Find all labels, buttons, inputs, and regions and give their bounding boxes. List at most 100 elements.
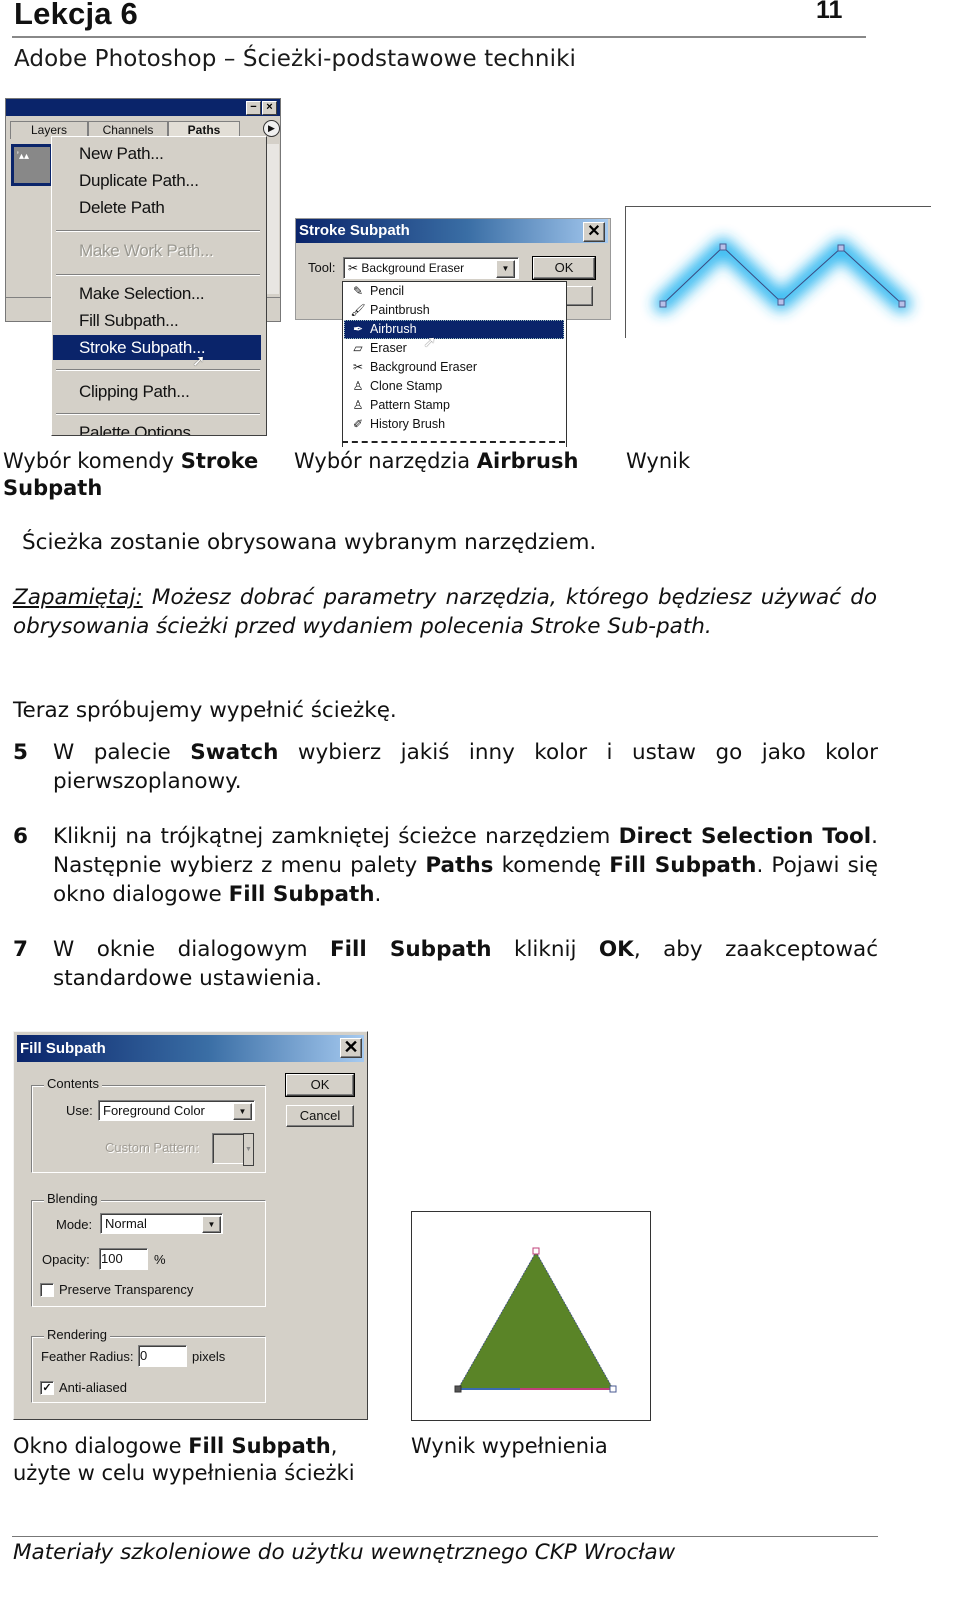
dialog-title: Stroke Subpath [296, 219, 608, 243]
anti-aliased-checkbox[interactable]: ✓ [40, 1381, 54, 1395]
history-brush-icon: ✐ [352, 417, 364, 431]
use-select[interactable]: Foreground Color [98, 1100, 255, 1121]
stroke-sentence: Ścieżka zostanie obrysowana wybranym nar… [22, 530, 597, 555]
close-icon[interactable]: × [262, 101, 277, 115]
note-paragraph: Zapamiętaj: Możesz dobrać parametry narz… [13, 583, 877, 641]
menu-item-stroke-subpath[interactable]: Stroke Subpath... [53, 335, 261, 360]
tool-option-pattern-stamp[interactable]: ♙ Pattern Stamp [344, 396, 564, 415]
anchor-point[interactable] [659, 300, 667, 308]
pencil-icon: ✎ [352, 284, 364, 298]
ok-button[interactable]: OK [532, 256, 596, 280]
caption-text: użyte w celu wypełnienia ścieżki [13, 1461, 355, 1485]
step-text-bold: Direct Selection Tool [618, 824, 872, 849]
custom-pattern-swatch [212, 1133, 245, 1164]
caption-fill-dialog: Okno dialogowe Fill Subpath, użyte w celu… [13, 1433, 355, 1487]
menu-item-make-selection[interactable]: Make Selection... [53, 281, 261, 306]
anchor-point[interactable] [837, 244, 845, 252]
tool-option-clone-stamp[interactable]: ♙ Clone Stamp [344, 377, 564, 396]
clone-stamp-icon: ♙ [352, 379, 364, 393]
feather-radius-input[interactable]: 0 [138, 1345, 187, 1367]
caption-result: Wynik [626, 449, 691, 473]
dialog-title: Fill Subpath [17, 1035, 364, 1062]
paths-palette-menu: New Path... Duplicate Path... Delete Pat… [51, 136, 267, 436]
tool-option-airbrush[interactable]: ✒ Airbrush [344, 320, 564, 339]
close-icon[interactable]: ✕ [340, 1038, 362, 1058]
caption-bold: Airbrush [476, 449, 579, 473]
contents-group-label: Contents [44, 1076, 103, 1091]
airbrush-stroke [654, 238, 911, 313]
mouse-cursor-icon: ➚ [192, 353, 206, 370]
step-text: W oknie dialogowym Fill Subpath kliknij … [53, 935, 878, 993]
filled-triangle-figure [454, 1247, 617, 1393]
opacity-input[interactable]: 100 [99, 1248, 148, 1270]
step-number: 5 [13, 740, 28, 765]
tool-option-label: Background Eraser [370, 360, 478, 374]
anchor-point[interactable] [898, 300, 906, 308]
menu-item-new-path[interactable]: New Path... [53, 141, 261, 166]
chevron-down-icon[interactable]: ▼ [496, 260, 515, 278]
feather-radius-value: 0 [140, 1348, 148, 1363]
tool-option-label: Clone Stamp [370, 379, 443, 393]
menu-item-duplicate-path[interactable]: Duplicate Path... [53, 168, 261, 193]
anchor-point[interactable] [777, 298, 785, 306]
step-text-run: W oknie dialogowym [53, 937, 330, 962]
page-subtitle: Adobe Photoshop – Ścieżki-podstawowe tec… [14, 46, 576, 72]
preserve-transparency-checkbox[interactable] [40, 1283, 54, 1297]
tool-option-label: History Brush [370, 417, 446, 431]
menu-item-clipping-path[interactable]: Clipping Path... [53, 379, 261, 404]
background-eraser-icon: ✂ [348, 261, 359, 275]
anti-aliased-label: Anti-aliased [59, 1380, 127, 1395]
step-number: 6 [13, 824, 28, 849]
step-5: 5 W palecie Swatch wybierz jakiś inny ko… [13, 738, 878, 796]
anchor-point[interactable] [532, 1247, 540, 1255]
tool-option-pencil[interactable]: ✎ Pencil [344, 282, 564, 301]
caption-bold: Fill Subpath [188, 1434, 331, 1458]
ok-button[interactable]: OK [285, 1073, 355, 1097]
step-text-run: . [374, 882, 382, 907]
palette-menu-arrow-icon[interactable]: ▶ [263, 120, 280, 137]
menu-item-fill-subpath[interactable]: Fill Subpath... [53, 308, 261, 333]
mode-select-value: Normal [105, 1216, 147, 1231]
anchor-point[interactable] [609, 1385, 617, 1393]
tool-option-background-eraser[interactable]: ✂ Background Eraser [344, 358, 564, 377]
anchor-point[interactable] [719, 243, 727, 251]
step-number: 7 [13, 937, 28, 962]
feather-radius-unit: pixels [192, 1349, 226, 1364]
cancel-button[interactable]: Cancel [286, 1105, 354, 1127]
tool-option-label: Eraser [370, 341, 407, 355]
mouse-cursor-icon: ➚ [423, 334, 437, 351]
step-6: 6 Kliknij na trójkątnej zamkniętej ścież… [13, 822, 878, 909]
step-text-run: komendę [493, 853, 610, 878]
note-label: Zapamiętaj: [13, 585, 143, 610]
tool-select[interactable]: ✂ Background Eraser [343, 257, 519, 279]
preserve-transparency-label: Preserve Transparency [59, 1282, 194, 1297]
step-text-run: kliknij [491, 937, 599, 962]
stroke-result-image [625, 206, 931, 338]
path-thumbnail[interactable]: ʼ▴▴ [11, 144, 53, 186]
tool-option-history-brush[interactable]: ✐ History Brush [344, 415, 564, 434]
chevron-down-icon[interactable]: ▼ [202, 1216, 221, 1233]
minimize-icon[interactable]: − [246, 101, 261, 115]
tool-label: Tool: [308, 260, 336, 275]
path-thumbnail-preview: ʼ▴▴ [14, 147, 50, 183]
filled-triangle [457, 1251, 614, 1390]
anchor-point[interactable] [454, 1385, 462, 1393]
paintbrush-icon: 🖌 [350, 303, 366, 317]
tool-option-eraser[interactable]: ▱ Eraser [344, 339, 564, 358]
close-icon[interactable]: ✕ [583, 222, 605, 242]
airbrush-zigzag-path [654, 238, 911, 313]
opacity-value: 100 [101, 1251, 123, 1266]
caption-text: Okno dialogowe [13, 1434, 189, 1458]
menu-separator [56, 274, 260, 276]
menu-item-delete-path[interactable]: Delete Path [53, 195, 261, 220]
tool-option-paintbrush[interactable]: 🖌 Paintbrush [344, 301, 564, 320]
chevron-down-icon[interactable]: ▼ [233, 1103, 252, 1120]
menu-item-palette-options[interactable]: Palette Options... [53, 420, 261, 435]
menu-separator [56, 369, 260, 371]
caption-text: Wybór narzędzia [294, 449, 477, 473]
caption-airbrush: Wybór narzędzia Airbrush [294, 448, 578, 475]
step-text-run: Kliknij na trójkątnej zamkniętej ścieżce… [53, 824, 619, 849]
page-number: 11 [816, 0, 843, 24]
rendering-group-label: Rendering [44, 1327, 110, 1342]
footer-divider [12, 1536, 878, 1537]
